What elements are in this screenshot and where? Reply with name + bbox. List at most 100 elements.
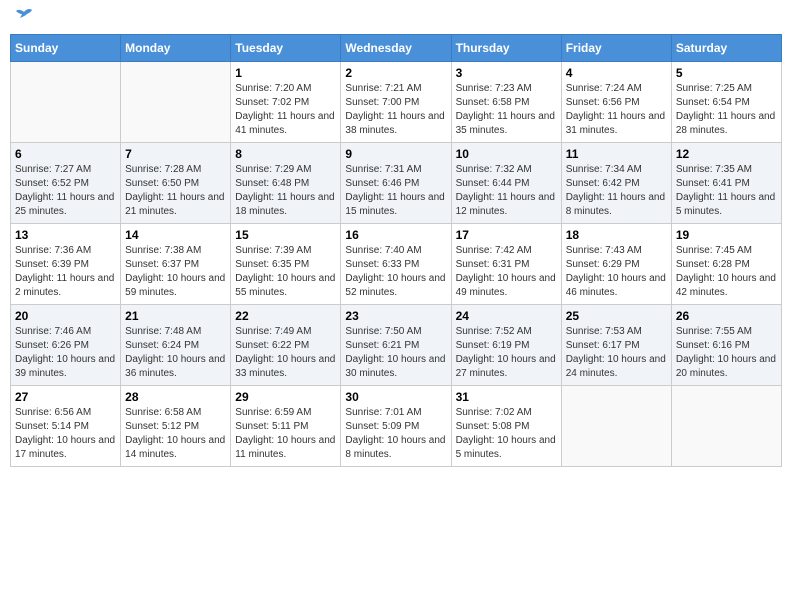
calendar-week-2: 6Sunrise: 7:27 AMSunset: 6:52 PMDaylight… bbox=[11, 143, 782, 224]
day-info: Sunrise: 7:27 AMSunset: 6:52 PMDaylight:… bbox=[15, 163, 116, 219]
calendar-cell bbox=[11, 62, 121, 143]
day-info: Sunrise: 7:34 AMSunset: 6:42 PMDaylight:… bbox=[566, 163, 667, 219]
calendar-week-1: 1 Sunrise: 7:20 AMSunset: 7:02 PMDaylight… bbox=[11, 62, 782, 143]
weekday-header-row: SundayMondayTuesdayWednesdayThursdayFrid… bbox=[11, 35, 782, 62]
day-number: 27 bbox=[15, 390, 116, 404]
day-info: Sunrise: 7:46 AMSunset: 6:26 PMDaylight:… bbox=[15, 325, 116, 381]
day-info: Sunrise: 7:40 AMSunset: 6:33 PMDaylight:… bbox=[345, 244, 446, 300]
day-info: Sunrise: 7:39 AMSunset: 6:35 PMDaylight:… bbox=[235, 244, 336, 300]
day-info: Sunrise: 7:01 AMSunset: 5:09 PMDaylight:… bbox=[345, 406, 446, 462]
calendar-cell: 21 Sunrise: 7:48 AMSunset: 6:24 PMDayligh… bbox=[121, 305, 231, 386]
day-number: 12 bbox=[676, 147, 777, 161]
calendar-cell bbox=[121, 62, 231, 143]
day-info: Sunrise: 7:35 AMSunset: 6:41 PMDaylight:… bbox=[676, 163, 777, 219]
weekday-header-wednesday: Wednesday bbox=[341, 35, 451, 62]
day-number: 8 bbox=[235, 147, 336, 161]
day-number: 9 bbox=[345, 147, 446, 161]
weekday-header-sunday: Sunday bbox=[11, 35, 121, 62]
day-info: Sunrise: 7:49 AMSunset: 6:22 PMDaylight:… bbox=[235, 325, 336, 381]
day-number: 5 bbox=[676, 66, 777, 80]
calendar-week-3: 13Sunrise: 7:36 AMSunset: 6:39 PMDayligh… bbox=[11, 224, 782, 305]
calendar-cell: 15Sunrise: 7:39 AMSunset: 6:35 PMDayligh… bbox=[231, 224, 341, 305]
calendar-cell: 12 Sunrise: 7:35 AMSunset: 6:41 PMDayligh… bbox=[671, 143, 781, 224]
calendar-cell: 8 Sunrise: 7:29 AMSunset: 6:48 PMDaylight… bbox=[231, 143, 341, 224]
weekday-header-saturday: Saturday bbox=[671, 35, 781, 62]
day-number: 16 bbox=[345, 228, 446, 242]
day-number: 17 bbox=[456, 228, 557, 242]
page-header bbox=[10, 10, 782, 26]
calendar-week-4: 20 Sunrise: 7:46 AMSunset: 6:26 PMDayligh… bbox=[11, 305, 782, 386]
calendar-cell: 7 Sunrise: 7:28 AMSunset: 6:50 PMDaylight… bbox=[121, 143, 231, 224]
day-number: 22 bbox=[235, 309, 336, 323]
day-number: 19 bbox=[676, 228, 777, 242]
calendar-cell: 1 Sunrise: 7:20 AMSunset: 7:02 PMDaylight… bbox=[231, 62, 341, 143]
day-info: Sunrise: 7:48 AMSunset: 6:24 PMDaylight:… bbox=[125, 325, 226, 381]
day-info: Sunrise: 7:42 AMSunset: 6:31 PMDaylight:… bbox=[456, 244, 557, 300]
day-number: 18 bbox=[566, 228, 667, 242]
day-number: 2 bbox=[345, 66, 446, 80]
day-number: 20 bbox=[15, 309, 116, 323]
day-info: Sunrise: 7:29 AMSunset: 6:48 PMDaylight:… bbox=[235, 163, 336, 219]
day-info: Sunrise: 7:31 AMSunset: 6:46 PMDaylight:… bbox=[345, 163, 446, 219]
day-number: 7 bbox=[125, 147, 226, 161]
weekday-header-tuesday: Tuesday bbox=[231, 35, 341, 62]
day-number: 21 bbox=[125, 309, 226, 323]
logo-line1 bbox=[10, 10, 36, 30]
calendar-cell: 6Sunrise: 7:27 AMSunset: 6:52 PMDaylight… bbox=[11, 143, 121, 224]
day-number: 13 bbox=[15, 228, 116, 242]
calendar-cell: 10 Sunrise: 7:32 AMSunset: 6:44 PMDayligh… bbox=[451, 143, 561, 224]
day-info: Sunrise: 7:23 AMSunset: 6:58 PMDaylight:… bbox=[456, 82, 557, 138]
calendar-cell: 11 Sunrise: 7:34 AMSunset: 6:42 PMDayligh… bbox=[561, 143, 671, 224]
calendar-cell: 18 Sunrise: 7:43 AMSunset: 6:29 PMDayligh… bbox=[561, 224, 671, 305]
calendar-cell bbox=[671, 386, 781, 467]
calendar-cell: 30 Sunrise: 7:01 AMSunset: 5:09 PMDayligh… bbox=[341, 386, 451, 467]
day-info: Sunrise: 7:02 AMSunset: 5:08 PMDaylight:… bbox=[456, 406, 557, 462]
calendar-cell: 4 Sunrise: 7:24 AMSunset: 6:56 PMDaylight… bbox=[561, 62, 671, 143]
day-info: Sunrise: 7:50 AMSunset: 6:21 PMDaylight:… bbox=[345, 325, 446, 381]
day-info: Sunrise: 7:45 AMSunset: 6:28 PMDaylight:… bbox=[676, 244, 777, 300]
day-number: 24 bbox=[456, 309, 557, 323]
calendar-cell: 13Sunrise: 7:36 AMSunset: 6:39 PMDayligh… bbox=[11, 224, 121, 305]
calendar-cell: 3 Sunrise: 7:23 AMSunset: 6:58 PMDaylight… bbox=[451, 62, 561, 143]
day-info: Sunrise: 6:56 AMSunset: 5:14 PMDaylight:… bbox=[15, 406, 116, 462]
calendar-cell: 16 Sunrise: 7:40 AMSunset: 6:33 PMDayligh… bbox=[341, 224, 451, 305]
day-number: 14 bbox=[125, 228, 226, 242]
calendar-cell: 28 Sunrise: 6:58 AMSunset: 5:12 PMDayligh… bbox=[121, 386, 231, 467]
day-number: 29 bbox=[235, 390, 336, 404]
day-number: 11 bbox=[566, 147, 667, 161]
day-number: 25 bbox=[566, 309, 667, 323]
day-number: 30 bbox=[345, 390, 446, 404]
weekday-header-monday: Monday bbox=[121, 35, 231, 62]
calendar-cell: 14Sunrise: 7:38 AMSunset: 6:37 PMDayligh… bbox=[121, 224, 231, 305]
calendar-cell: 5Sunrise: 7:25 AMSunset: 6:54 PMDaylight… bbox=[671, 62, 781, 143]
calendar-cell: 26Sunrise: 7:55 AMSunset: 6:16 PMDayligh… bbox=[671, 305, 781, 386]
calendar-cell: 17 Sunrise: 7:42 AMSunset: 6:31 PMDayligh… bbox=[451, 224, 561, 305]
day-number: 4 bbox=[566, 66, 667, 80]
calendar-cell: 27 Sunrise: 6:56 AMSunset: 5:14 PMDayligh… bbox=[11, 386, 121, 467]
calendar-cell: 24 Sunrise: 7:52 AMSunset: 6:19 PMDayligh… bbox=[451, 305, 561, 386]
calendar-cell bbox=[561, 386, 671, 467]
day-info: Sunrise: 6:59 AMSunset: 5:11 PMDaylight:… bbox=[235, 406, 336, 462]
calendar-cell: 31Sunrise: 7:02 AMSunset: 5:08 PMDayligh… bbox=[451, 386, 561, 467]
calendar-cell: 19 Sunrise: 7:45 AMSunset: 6:28 PMDayligh… bbox=[671, 224, 781, 305]
day-info: Sunrise: 7:52 AMSunset: 6:19 PMDaylight:… bbox=[456, 325, 557, 381]
day-info: Sunrise: 7:53 AMSunset: 6:17 PMDaylight:… bbox=[566, 325, 667, 381]
calendar-cell: 2Sunrise: 7:21 AMSunset: 7:00 PMDaylight… bbox=[341, 62, 451, 143]
day-number: 3 bbox=[456, 66, 557, 80]
day-info: Sunrise: 7:24 AMSunset: 6:56 PMDaylight:… bbox=[566, 82, 667, 138]
day-info: Sunrise: 6:58 AMSunset: 5:12 PMDaylight:… bbox=[125, 406, 226, 462]
day-info: Sunrise: 7:55 AMSunset: 6:16 PMDaylight:… bbox=[676, 325, 777, 381]
day-number: 28 bbox=[125, 390, 226, 404]
day-info: Sunrise: 7:32 AMSunset: 6:44 PMDaylight:… bbox=[456, 163, 557, 219]
day-number: 1 bbox=[235, 66, 336, 80]
day-info: Sunrise: 7:20 AMSunset: 7:02 PMDaylight:… bbox=[235, 82, 336, 138]
day-info: Sunrise: 7:43 AMSunset: 6:29 PMDaylight:… bbox=[566, 244, 667, 300]
day-number: 10 bbox=[456, 147, 557, 161]
day-number: 23 bbox=[345, 309, 446, 323]
calendar-cell: 25 Sunrise: 7:53 AMSunset: 6:17 PMDayligh… bbox=[561, 305, 671, 386]
calendar-cell: 22 Sunrise: 7:49 AMSunset: 6:22 PMDayligh… bbox=[231, 305, 341, 386]
weekday-header-thursday: Thursday bbox=[451, 35, 561, 62]
calendar-week-5: 27 Sunrise: 6:56 AMSunset: 5:14 PMDayligh… bbox=[11, 386, 782, 467]
day-info: Sunrise: 7:28 AMSunset: 6:50 PMDaylight:… bbox=[125, 163, 226, 219]
calendar-table: SundayMondayTuesdayWednesdayThursdayFrid… bbox=[10, 34, 782, 467]
